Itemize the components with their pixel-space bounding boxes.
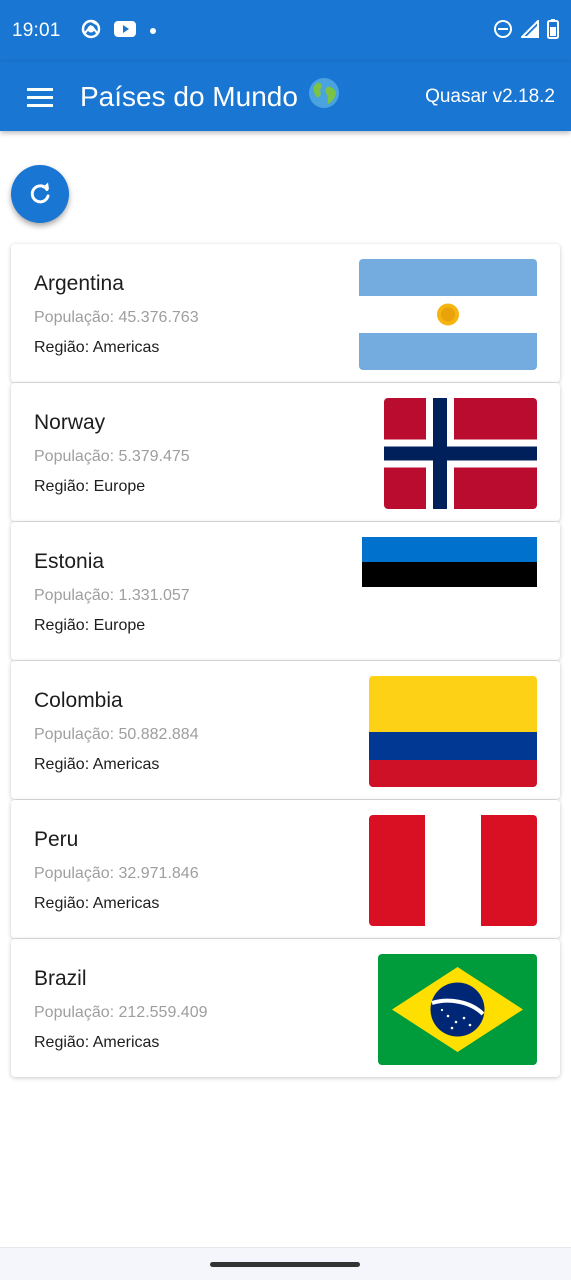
system-navigation-bar xyxy=(0,1247,571,1280)
country-card-estonia[interactable]: Estonia População: 1.331.057 Região: Eur… xyxy=(11,522,560,660)
country-card-colombia[interactable]: Colombia População: 50.882.884 Região: A… xyxy=(11,661,560,799)
argentina-flag xyxy=(359,259,537,370)
country-population: População: 5.379.475 xyxy=(34,448,190,465)
version-label: Quasar v2.18.2 xyxy=(425,85,555,107)
country-card-brazil[interactable]: Brazil População: 212.559.409 Região: Am… xyxy=(11,939,560,1077)
app-title: Países do Mundo xyxy=(80,77,340,116)
hamburger-menu-icon xyxy=(27,87,53,107)
country-region: Região: Europe xyxy=(34,478,146,495)
refresh-button[interactable] xyxy=(11,165,69,223)
country-region: Região: Europe xyxy=(34,617,146,634)
colombia-flag xyxy=(369,676,537,787)
menu-button[interactable] xyxy=(20,77,60,117)
country-region: Região: Americas xyxy=(34,895,160,912)
country-population: População: 212.559.409 xyxy=(34,1004,208,1021)
app-bar: Países do Mundo Quasar v2.18.2 xyxy=(0,62,571,131)
country-population: População: 32.971.846 xyxy=(34,865,199,882)
battery-icon xyxy=(547,18,559,44)
country-card-norway[interactable]: Norway População: 5.379.475 Região: Euro… xyxy=(11,383,560,521)
notification-dot-icon xyxy=(149,22,157,40)
app-title-text: Países do Mundo xyxy=(80,80,298,112)
country-population: População: 1.331.057 xyxy=(34,587,190,604)
refresh-icon xyxy=(30,182,50,204)
estonia-flag xyxy=(362,537,537,612)
peru-flag xyxy=(369,815,537,926)
home-gesture-handle[interactable] xyxy=(210,1262,360,1267)
country-name: Argentina xyxy=(34,272,124,295)
country-name: Norway xyxy=(34,411,106,434)
country-card-peru[interactable]: Peru População: 32.971.846 Região: Ameri… xyxy=(11,800,560,938)
chrome-icon xyxy=(81,19,101,44)
globe-icon xyxy=(308,77,340,116)
country-population: População: 50.882.884 xyxy=(34,726,199,743)
do-not-disturb-icon xyxy=(493,19,513,44)
country-name: Estonia xyxy=(34,550,105,573)
country-name: Peru xyxy=(34,828,79,851)
country-region: Região: Americas xyxy=(34,339,160,356)
country-list: Argentina População: 45.376.763 Região: … xyxy=(11,244,560,1078)
country-region: Região: Americas xyxy=(34,756,160,773)
brazil-flag xyxy=(378,954,537,1065)
country-name: Colombia xyxy=(34,689,123,712)
country-name: Brazil xyxy=(34,967,87,990)
norway-flag xyxy=(384,398,537,509)
youtube-icon xyxy=(113,20,137,43)
country-card-argentina[interactable]: Argentina População: 45.376.763 Região: … xyxy=(11,244,560,382)
status-time: 19:01 xyxy=(12,20,61,41)
country-region: Região: Americas xyxy=(34,1034,160,1051)
status-bar: 19:01 xyxy=(0,0,571,62)
signal-icon xyxy=(519,18,539,43)
country-population: População: 45.376.763 xyxy=(34,309,199,326)
